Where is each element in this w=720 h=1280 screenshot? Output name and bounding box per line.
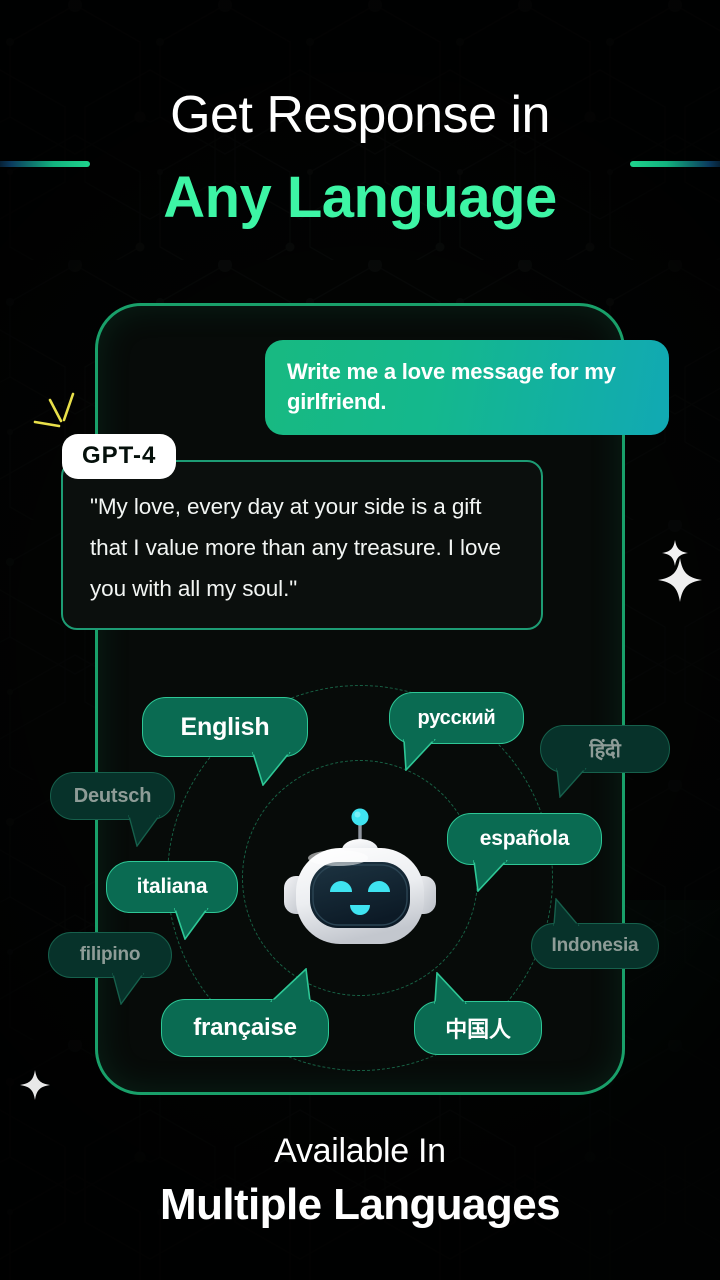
divider-left (0, 161, 90, 167)
page-title: Get Response in Any Language (0, 86, 720, 230)
model-badge: GPT-4 (62, 434, 177, 479)
bot-response-text: "My love, every day at your side is a gi… (90, 494, 501, 601)
language-bubble-german[interactable]: Deutsch (50, 772, 175, 847)
language-label: Indonesia (551, 935, 639, 956)
sparkle-star-icon (20, 1070, 50, 1105)
language-bubble-french[interactable]: française (161, 968, 329, 1057)
footer-caption: Available In Multiple Languages (0, 1131, 720, 1231)
language-label: italiana (136, 875, 208, 898)
language-bubble-filipino[interactable]: filipino (48, 932, 172, 1005)
model-badge-label: GPT-4 (82, 442, 157, 469)
language-label: हिंदी (589, 739, 621, 762)
headline-line-1: Get Response in (170, 86, 550, 144)
language-label: française (193, 1014, 297, 1041)
footer-line-2: Multiple Languages (160, 1180, 561, 1229)
user-message-bubble: Write me a love message for my girlfrien… (265, 340, 669, 435)
divider-right (630, 161, 720, 167)
language-label: española (479, 827, 570, 850)
footer-line-1: Available In (274, 1132, 446, 1170)
language-label: русский (417, 706, 496, 729)
language-bubble-english[interactable]: English (142, 697, 308, 786)
sparkle-star-icon (658, 558, 702, 607)
language-bubble-chinese[interactable]: 中国人 (414, 972, 542, 1055)
bot-response-bubble: "My love, every day at your side is a gi… (61, 460, 543, 630)
language-bubble-italian[interactable]: italiana (106, 861, 238, 940)
user-message-text: Write me a love message for my girlfrien… (287, 359, 616, 414)
language-label: English (180, 712, 270, 741)
language-bubble-hindi[interactable]: हिंदी (540, 725, 670, 798)
language-bubble-russian[interactable]: русский (389, 692, 524, 771)
language-label: filipino (79, 944, 141, 965)
language-bubble-indonesian[interactable]: Indonesia (531, 898, 659, 969)
language-label: Deutsch (73, 784, 152, 807)
language-bubble-spanish[interactable]: española (447, 813, 602, 892)
promo-screen: Get Response in Any Language Write me a … (0, 0, 720, 1280)
robot-mascot-icon (272, 800, 448, 950)
headline-line-2: Any Language (163, 165, 557, 230)
language-label: 中国人 (445, 1017, 511, 1042)
